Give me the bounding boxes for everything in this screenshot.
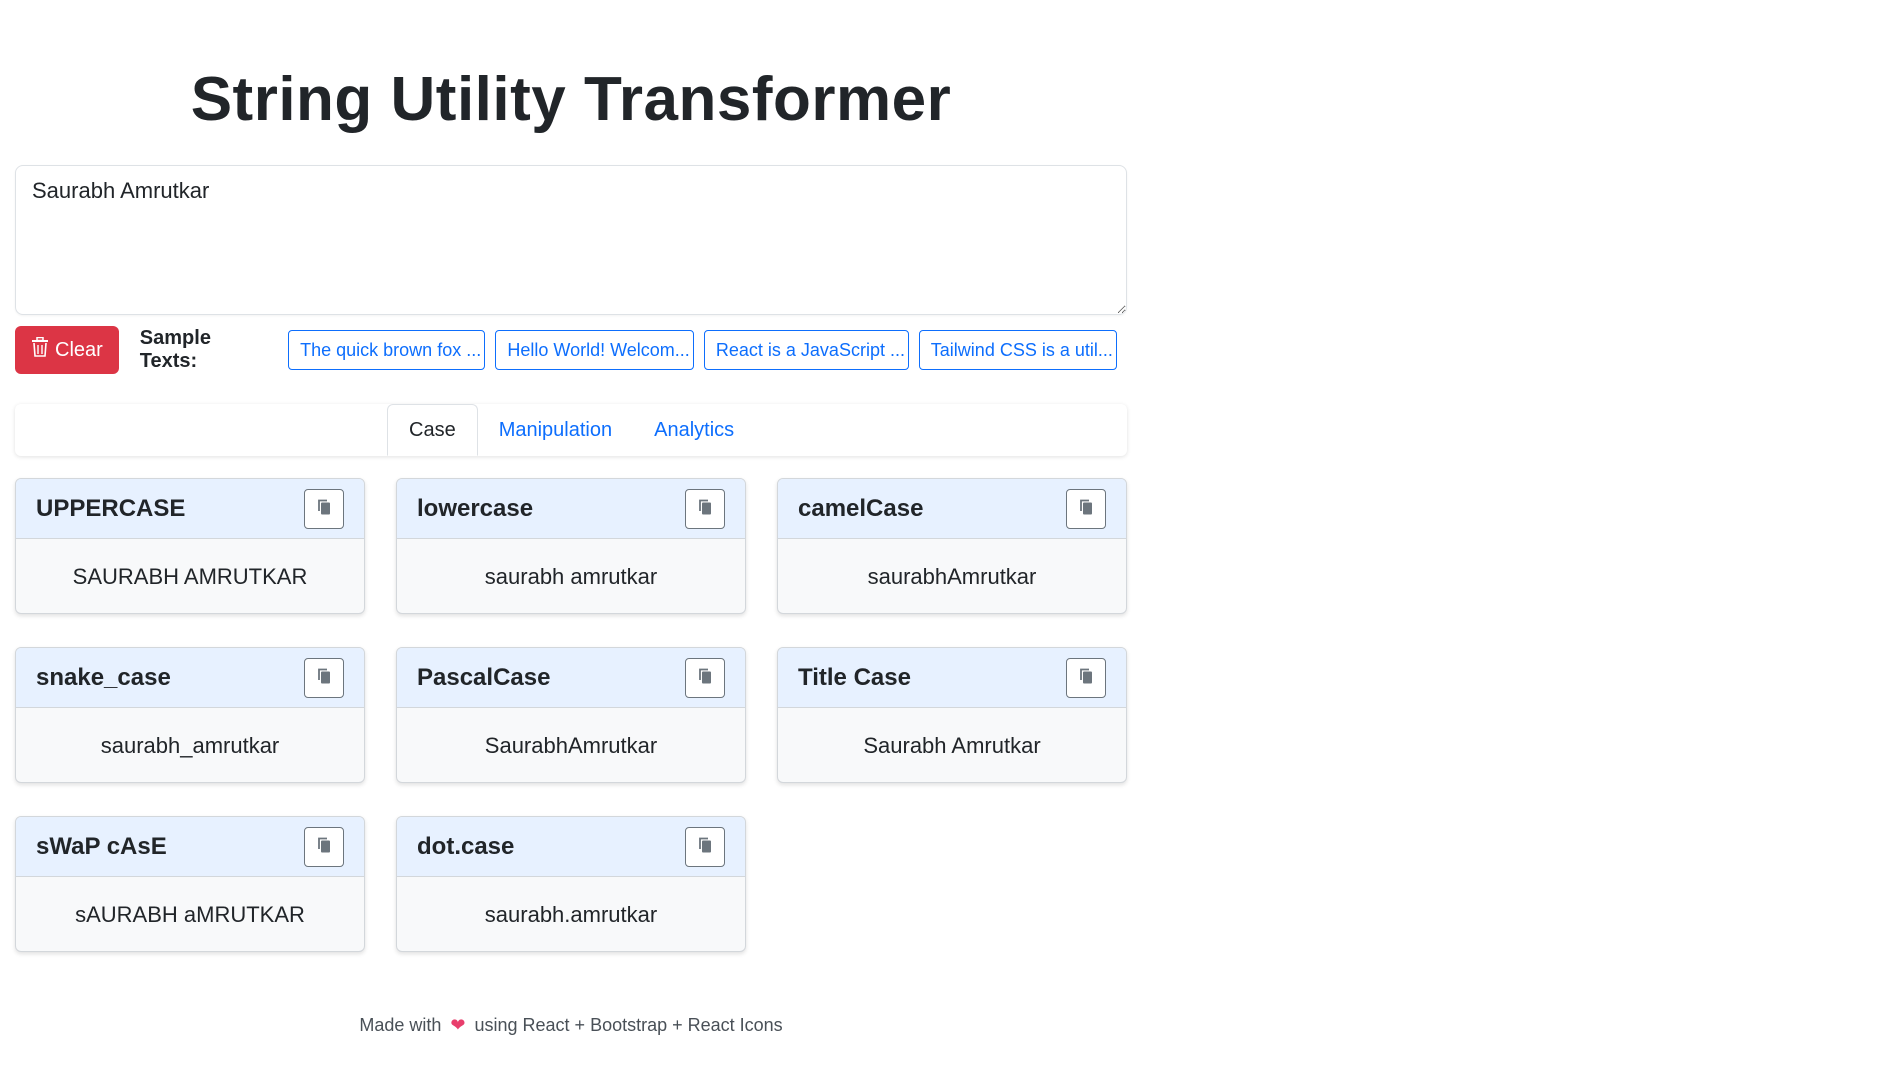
tab-case[interactable]: Case — [387, 404, 478, 456]
footer-suffix: using React + Bootstrap + React Icons — [474, 1015, 783, 1035]
copy-button[interactable] — [304, 488, 344, 529]
card-title: PascalCase — [417, 663, 551, 691]
clear-label: Clear — [55, 338, 103, 361]
copy-icon — [317, 668, 331, 687]
trash-icon — [31, 336, 49, 363]
copy-button[interactable] — [1066, 488, 1106, 529]
copy-icon — [698, 837, 712, 856]
heart-icon: ❤ — [450, 1015, 466, 1035]
copy-button[interactable] — [685, 657, 725, 698]
copy-button[interactable] — [1066, 657, 1106, 698]
result-card-title-case: Title Case Saurabh Amrutkar — [777, 647, 1127, 783]
card-title: UPPERCASE — [36, 494, 186, 522]
result-card-uppercase: UPPERCASE SAURABH AMRUTKAR — [15, 478, 365, 614]
card-title: camelCase — [798, 494, 924, 522]
copy-button[interactable] — [685, 826, 725, 867]
card-header: PascalCase — [397, 648, 745, 708]
text-input[interactable]: Saurabh Amrutkar — [15, 165, 1127, 315]
result-card-pascalcase: PascalCase SaurabhAmrutkar — [396, 647, 746, 783]
card-title: lowercase — [417, 494, 534, 522]
result-card-lowercase: lowercase saurabh amrutkar — [396, 478, 746, 614]
card-title: sWaP cAsE — [36, 832, 167, 860]
sample-button-4[interactable]: Tailwind CSS is a util... — [918, 330, 1117, 370]
copy-icon — [317, 499, 331, 518]
card-header: UPPERCASE — [16, 479, 364, 539]
copy-icon — [1079, 499, 1093, 518]
card-header: snake_case — [16, 648, 364, 708]
sample-button-3[interactable]: React is a JavaScript ... — [703, 330, 909, 370]
tab-manipulation[interactable]: Manipulation — [478, 404, 633, 456]
copy-button[interactable] — [685, 488, 725, 529]
card-header: dot.case — [397, 817, 745, 877]
copy-button[interactable] — [304, 657, 344, 698]
copy-icon — [317, 837, 331, 856]
result-card-camelcase: camelCase saurabhAmrutkar — [777, 478, 1127, 614]
sample-button-2[interactable]: Hello World! Welcom... — [495, 330, 694, 370]
card-value: sAURABH aMRUTKAR — [75, 901, 305, 927]
card-value: SAURABH AMRUTKAR — [72, 563, 308, 589]
card-header: camelCase — [778, 479, 1126, 539]
card-header: sWaP cAsE — [16, 817, 364, 877]
tab-analytics[interactable]: Analytics — [633, 404, 755, 456]
card-title: snake_case — [36, 663, 171, 691]
result-card-snake-case: snake_case saurabh_amrutkar — [15, 647, 365, 783]
footer: Made with ❤ using React + Bootstrap + Re… — [15, 1015, 1127, 1036]
copy-icon — [698, 668, 712, 687]
card-header: lowercase — [397, 479, 745, 539]
card-value: saurabh amrutkar — [484, 563, 658, 589]
card-value: saurabh.amrutkar — [484, 901, 658, 927]
sample-button-1[interactable]: The quick brown fox ... — [288, 330, 486, 370]
tabs: Case Manipulation Analytics — [387, 404, 755, 456]
copy-button[interactable] — [304, 826, 344, 867]
tab-bar: Case Manipulation Analytics — [15, 404, 1127, 456]
clear-button[interactable]: Clear — [15, 326, 119, 374]
toolbar: Clear Sample Texts: The quick brown fox … — [15, 326, 1127, 374]
card-value: saurabhAmrutkar — [867, 563, 1037, 589]
card-value: saurabh_amrutkar — [100, 732, 280, 758]
footer-prefix: Made with — [359, 1015, 442, 1035]
copy-icon — [1079, 668, 1093, 687]
copy-icon — [698, 499, 712, 518]
card-value: Saurabh Amrutkar — [863, 732, 1041, 758]
result-card-swap-case: sWaP cAsE sAURABH aMRUTKAR — [15, 816, 365, 952]
result-card-dot-case: dot.case saurabh.amrutkar — [396, 816, 746, 952]
card-title: Title Case — [798, 663, 911, 691]
card-header: Title Case — [778, 648, 1126, 708]
sample-texts-label: Sample Texts: — [139, 327, 211, 372]
card-value: SaurabhAmrutkar — [484, 732, 658, 758]
card-title: dot.case — [417, 832, 515, 860]
page-title: String Utility Transformer — [190, 65, 952, 134]
